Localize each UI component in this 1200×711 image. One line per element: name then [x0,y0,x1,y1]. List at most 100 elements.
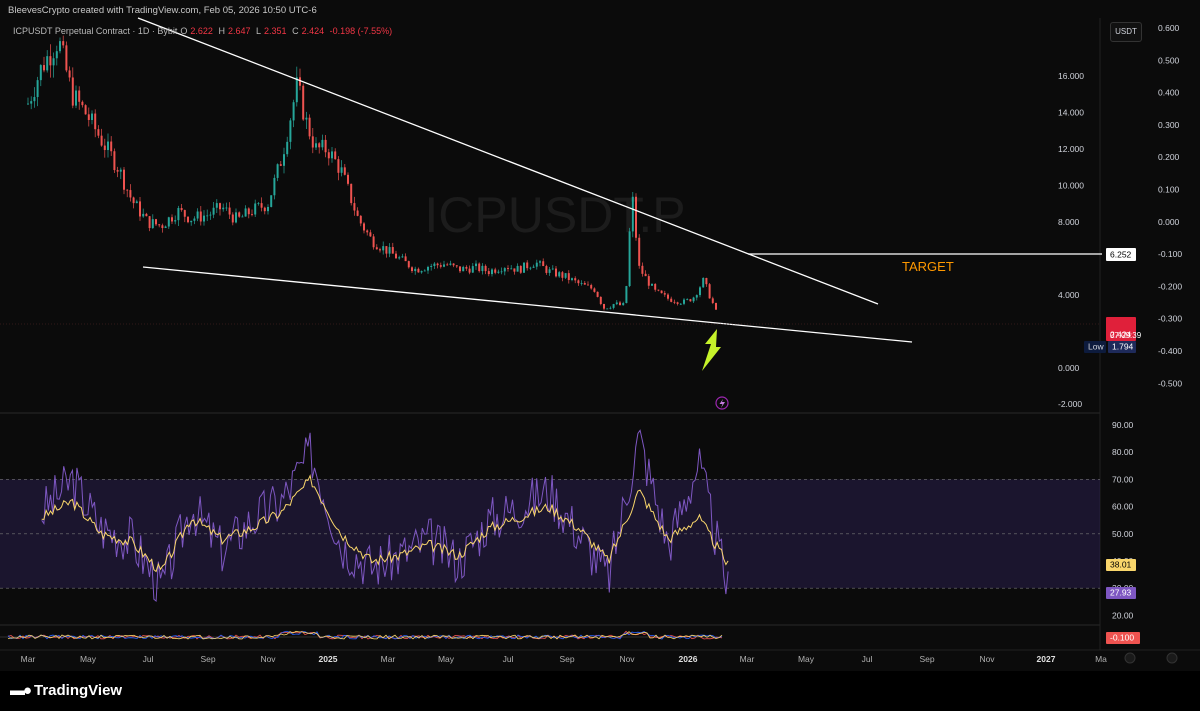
candle-body [206,215,209,217]
time-tick: Jul [503,654,514,664]
tradingview-logo[interactable]: ▬● TradingView [10,682,122,699]
time-tick: 2027 [1037,654,1056,664]
price-tick-right: 0.400 [1158,88,1180,98]
candle-body [212,207,215,215]
candle-body [148,216,151,229]
candle-body [427,266,429,271]
candle-body [615,302,618,305]
time-tick: Sep [919,654,934,664]
time-tick: Nov [619,654,635,664]
price-tick-left: 8.000 [1058,217,1080,227]
time-tick: Jul [862,654,873,664]
candle-body [318,143,321,148]
candle-body [267,206,269,212]
time-tick: Nov [260,654,276,664]
price-tick-right: -0.500 [1158,378,1182,388]
candle-body [171,217,173,222]
candle-body [545,266,548,273]
candle-body [430,265,433,267]
candle-body [75,90,77,106]
candle-body [359,215,362,224]
candle-body [369,232,372,237]
candle-body [113,151,116,171]
candle-body [587,284,589,286]
candle-body [487,271,490,275]
candle-body [388,247,391,254]
time-tick: Nov [979,654,995,664]
candle-body [491,269,493,275]
candle-body [475,263,477,267]
candle-body [199,211,202,222]
candle-body [462,266,465,272]
target-price-tag: 6.252 [1110,250,1132,260]
candle-body [423,270,426,272]
candle-body [94,113,97,130]
candle-body [708,284,711,299]
rsi-ma-tag: 38.01 [1110,560,1132,570]
candle-body [350,183,353,204]
candle-body [651,283,653,286]
time-tick: 2025 [319,654,338,664]
candle-body [692,297,695,302]
candle-body [551,268,554,270]
candle-body [270,195,273,207]
candle-body [103,145,106,151]
candle-body [78,90,81,102]
candle-body [459,266,461,272]
rsi-tick: 50.00 [1112,529,1134,539]
candle-body [110,141,113,152]
log-scale-icon[interactable] [1166,652,1178,664]
candle-body [484,265,487,272]
candle-body [222,207,225,210]
candle-body [574,278,577,281]
candle-body [561,272,564,278]
ohlc-high-label: H [218,26,225,36]
candle-body [443,264,445,267]
candle-body [625,286,628,304]
candle-body [283,154,285,166]
candle-body [391,247,394,254]
candle-body [302,85,305,120]
candle-body [129,190,132,198]
chart-canvas[interactable]: ICPUSDT.P TARGET 16.00014.00012.00010.00… [0,0,1200,711]
candle-body [135,201,138,204]
candle-body [689,299,692,302]
candle-body [340,167,343,173]
candle-body [251,214,253,216]
candle-body [516,265,519,272]
candle-body [577,280,580,284]
candle-body [401,256,404,258]
low-label-tag: Low [1088,342,1104,352]
candle-body [705,277,708,285]
currency-button[interactable]: USDT [1110,22,1142,42]
rsi-tick: 90.00 [1112,420,1134,430]
time-tick: Mar [381,654,396,664]
ohlc-close-label: C [292,26,299,36]
candle-body [219,203,221,210]
candle-body [535,262,538,267]
candle-body [62,41,65,46]
candle-body [183,210,186,217]
candle-body [225,207,228,209]
candle-body [100,135,103,146]
candle-body [196,211,199,219]
candle-body [612,304,615,308]
auto-scale-icon[interactable] [1124,652,1136,664]
candle-body [593,288,596,292]
candle-body [670,298,673,302]
candle-body [510,268,513,270]
candle-body [139,201,141,217]
lightning-bolt-icon [719,399,725,408]
footer-bar [0,671,1200,711]
brand-name: TradingView [34,682,123,699]
wedge-upper-trendline[interactable] [137,17,879,305]
candle-body [564,273,567,278]
candle-body [158,224,161,226]
candle-body [279,164,282,166]
wedge-lower-trendline[interactable] [142,266,913,343]
candle-body [596,291,599,297]
candle-body [286,141,289,155]
price-tick-right: -0.100 [1158,249,1182,259]
candle-body [289,120,292,142]
candle-body [478,263,481,272]
